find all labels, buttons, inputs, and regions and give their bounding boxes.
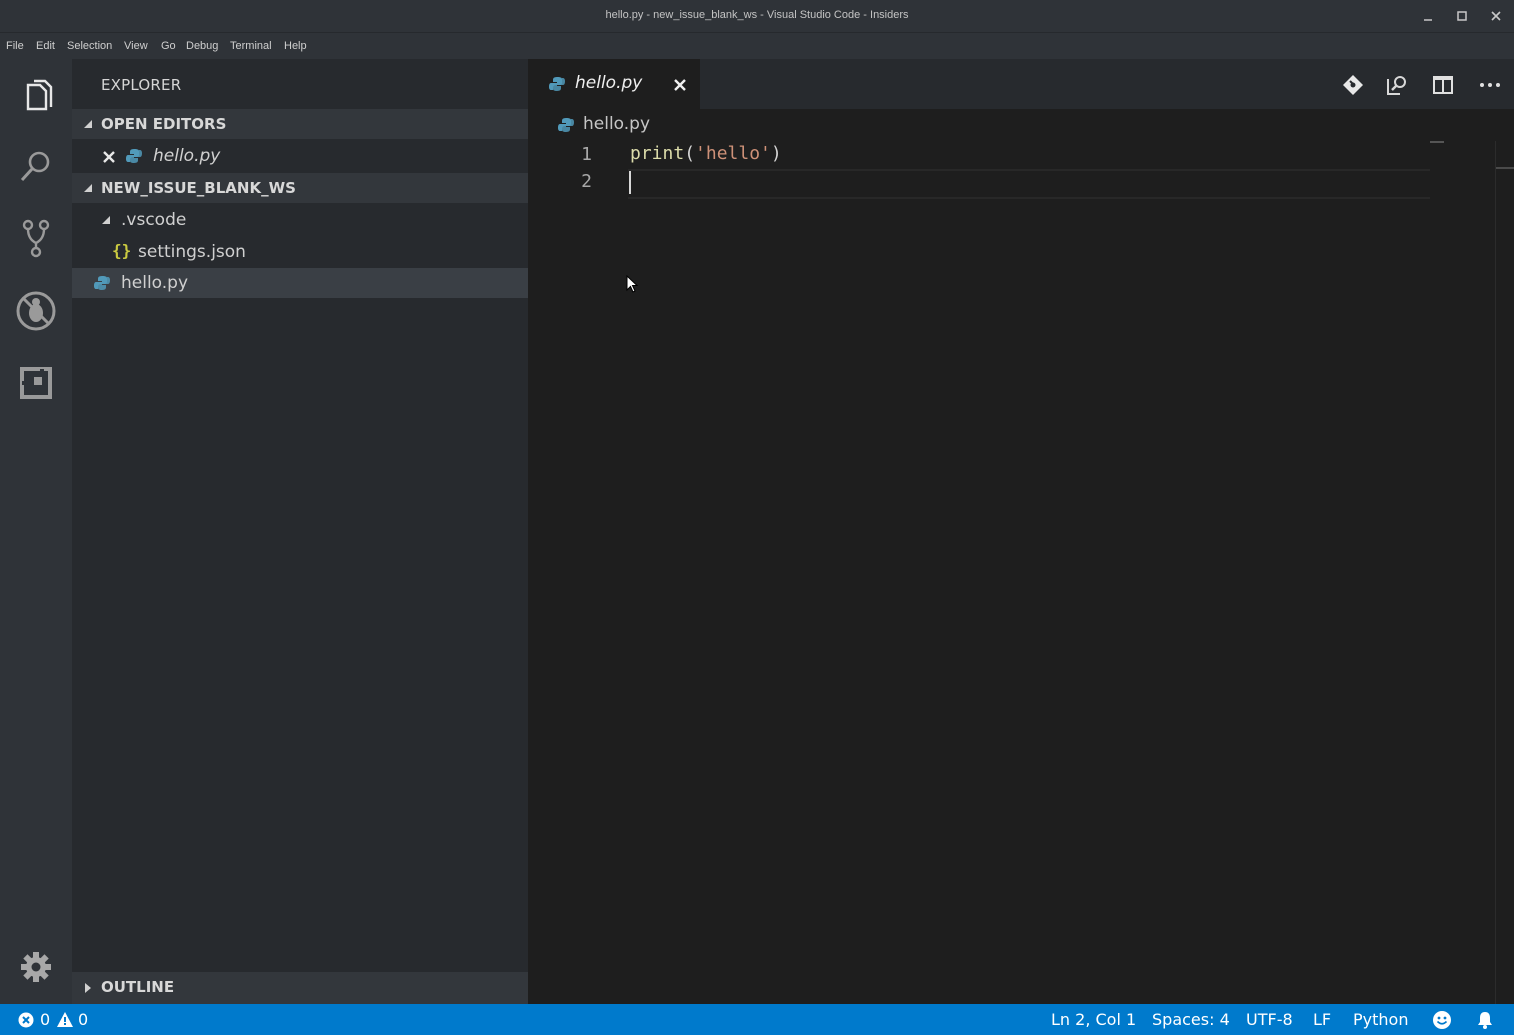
menu-view[interactable]: View: [124, 40, 148, 52]
indentation[interactable]: Spaces: 4: [1152, 1010, 1230, 1029]
code-line[interactable]: print('hello'): [630, 143, 782, 164]
close-icon[interactable]: [673, 78, 687, 92]
line-number: 2: [581, 171, 592, 192]
activity-debug[interactable]: [14, 289, 58, 333]
menu-bar: File Edit Selection View Go Debug Termin…: [0, 32, 1514, 60]
smiley-feedback-icon[interactable]: [1432, 1010, 1452, 1030]
source-control-icon: [22, 219, 50, 258]
activity-search[interactable]: [14, 145, 58, 189]
vertical-scrollbar-track[interactable]: [1495, 141, 1496, 1004]
more-actions-button[interactable]: [1478, 73, 1502, 97]
bell-icon[interactable]: [1475, 1010, 1495, 1030]
activity-extensions[interactable]: [14, 361, 58, 405]
folder-vscode[interactable]: .vscode: [72, 205, 528, 235]
activity-explorer[interactable]: [14, 73, 58, 117]
activity-manage[interactable]: [14, 945, 58, 989]
minimap[interactable]: [1430, 141, 1444, 143]
extensions-icon: [20, 367, 52, 399]
menu-debug[interactable]: Debug: [186, 40, 218, 52]
menu-file[interactable]: File: [6, 40, 24, 52]
warning-count[interactable]: 0: [78, 1010, 88, 1029]
code-string: 'hello': [695, 143, 771, 164]
chevron-down-icon: [102, 216, 110, 224]
window-title: hello.py - new_issue_blank_ws - Visual S…: [605, 9, 909, 21]
open-changes-button[interactable]: [1341, 73, 1365, 97]
maximize-button[interactable]: [1452, 6, 1472, 26]
preview-search-icon: [1387, 76, 1406, 95]
menu-edit[interactable]: Edit: [36, 40, 55, 52]
mouse-pointer-icon: [626, 275, 639, 293]
error-icon[interactable]: [18, 1012, 34, 1028]
close-icon: [1491, 11, 1501, 21]
editor-area: hello.py hello.py 1 2 print('hello'): [528, 59, 1514, 1004]
python-file-icon: [126, 149, 142, 163]
activity-bar: [0, 59, 72, 1004]
menu-help[interactable]: Help: [284, 40, 307, 52]
python-file-icon: [558, 118, 574, 132]
status-bar: 0 0 Ln 2, Col 1 Spaces: 4 UTF-8 LF Pytho…: [0, 1004, 1514, 1035]
chevron-down-icon: [84, 184, 92, 192]
file-settings-json[interactable]: {} settings.json: [72, 237, 528, 267]
title-bar: hello.py - new_issue_blank_ws - Visual S…: [0, 0, 1514, 32]
files-icon: [26, 79, 53, 111]
open-editor-filename: hello.py: [153, 146, 221, 166]
git-compare-icon: [1343, 75, 1363, 95]
tab-label: hello.py: [575, 73, 643, 93]
menu-selection[interactable]: Selection: [67, 40, 112, 52]
menu-terminal[interactable]: Terminal: [230, 40, 272, 52]
python-file-icon: [549, 77, 565, 91]
activity-source-control[interactable]: [14, 217, 58, 261]
minimize-button[interactable]: [1418, 6, 1438, 26]
file-label: settings.json: [138, 242, 246, 262]
workspace-label: NEW_ISSUE_BLANK_WS: [101, 179, 296, 197]
open-editors-section-header[interactable]: OPEN EDITORS: [72, 109, 528, 139]
close-window-button[interactable]: [1486, 6, 1506, 26]
line-number: 1: [581, 144, 592, 165]
explorer-sidebar: EXPLORER OPEN EDITORS hello.py NEW_ISSUE…: [72, 59, 528, 1004]
json-file-icon: {}: [112, 241, 132, 260]
sidebar-title: EXPLORER: [101, 76, 182, 94]
warning-icon[interactable]: [56, 1011, 74, 1028]
language-mode[interactable]: Python: [1353, 1010, 1408, 1029]
gear-icon: [21, 952, 51, 982]
code-paren: ): [770, 143, 782, 164]
tab-hello-py[interactable]: hello.py: [528, 59, 700, 109]
overview-ruler[interactable]: [1496, 141, 1514, 169]
folder-label: .vscode: [121, 210, 187, 230]
split-editor-button[interactable]: [1431, 73, 1455, 97]
encoding[interactable]: UTF-8: [1246, 1010, 1293, 1029]
code-paren: (: [684, 143, 696, 164]
error-count[interactable]: 0: [40, 1010, 50, 1029]
search-icon: [20, 151, 50, 182]
python-file-icon: [94, 276, 110, 290]
breadcrumb-filename: hello.py: [583, 114, 651, 134]
open-editor-item[interactable]: hello.py: [72, 141, 528, 171]
file-label: hello.py: [121, 273, 189, 293]
chevron-down-icon: [84, 120, 92, 128]
cursor-position[interactable]: Ln 2, Col 1: [1051, 1010, 1136, 1029]
split-editor-icon: [1433, 76, 1453, 94]
end-of-line[interactable]: LF: [1313, 1010, 1331, 1029]
outline-section-header[interactable]: OUTLINE: [72, 972, 528, 1004]
text-cursor: [629, 171, 631, 194]
open-editors-label: OPEN EDITORS: [101, 115, 227, 133]
ellipsis-icon: [1480, 83, 1500, 87]
close-icon[interactable]: [102, 150, 116, 164]
maximize-icon: [1457, 11, 1467, 21]
current-line-highlight: [628, 169, 1430, 199]
tab-bar: hello.py: [528, 59, 1514, 109]
menu-go[interactable]: Go: [161, 40, 176, 52]
chevron-right-icon: [85, 983, 91, 993]
workspace-section-header[interactable]: NEW_ISSUE_BLANK_WS: [72, 173, 528, 203]
minimize-icon: [1424, 19, 1432, 21]
open-preview-button[interactable]: [1385, 73, 1409, 97]
outline-label: OUTLINE: [101, 978, 175, 996]
file-hello-py[interactable]: hello.py: [72, 268, 528, 298]
debug-icon: [16, 291, 56, 331]
code-function: print: [630, 143, 685, 164]
